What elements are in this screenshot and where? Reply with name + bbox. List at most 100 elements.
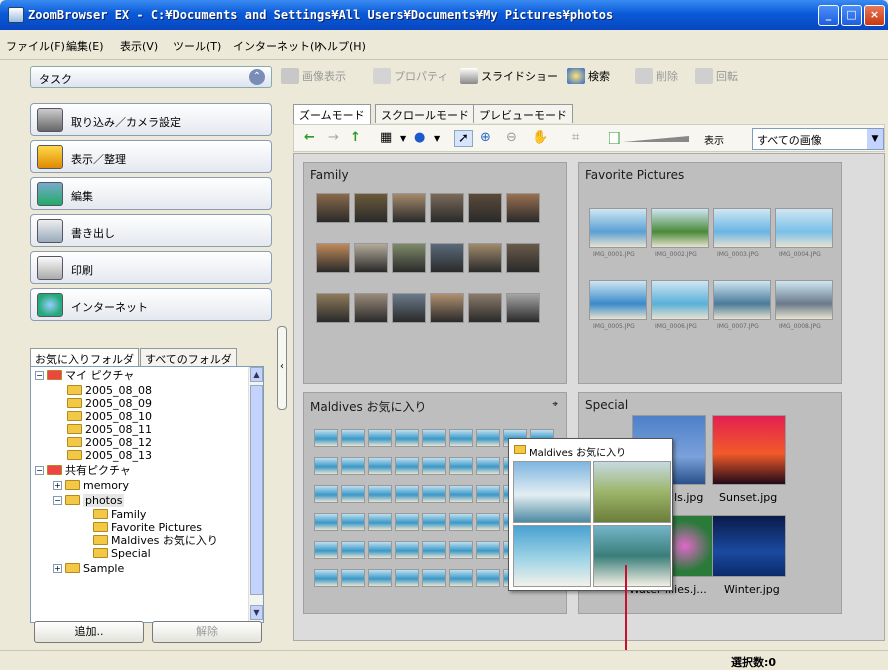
thumbnail[interactable]: [395, 513, 419, 531]
thumbnail[interactable]: [341, 457, 365, 475]
thumbnail[interactable]: [422, 457, 446, 475]
tree-node-photos[interactable]: − photos: [53, 494, 125, 507]
task-view-organize[interactable]: 表示／整理: [30, 140, 272, 173]
thumbnail[interactable]: [476, 485, 500, 503]
thumbnail[interactable]: [651, 208, 709, 248]
task-internet[interactable]: インターネット: [30, 288, 272, 321]
forward-arrow-icon[interactable]: →: [328, 130, 339, 145]
thumbnail[interactable]: [341, 429, 365, 447]
menu-file[interactable]: ファイル(F): [6, 38, 65, 54]
tab-scroll-mode[interactable]: スクロールモード: [375, 104, 475, 123]
rotate-button[interactable]: 回転: [695, 68, 738, 84]
thumbnail[interactable]: [392, 243, 426, 273]
thumbnail[interactable]: [589, 208, 647, 248]
remove-folder-button[interactable]: 解除: [152, 621, 262, 643]
tab-favorite-folders[interactable]: お気に入りフォルダ: [30, 348, 139, 367]
menu-internet[interactable]: インターネット(I): [233, 38, 322, 54]
group-family[interactable]: Family: [303, 162, 567, 384]
thumbnail[interactable]: [651, 280, 709, 320]
maldives-preview-popup[interactable]: Maldives お気に入り: [508, 438, 673, 591]
tab-zoom-mode[interactable]: ズームモード: [293, 104, 371, 124]
thumbnail[interactable]: [713, 280, 771, 320]
zoom-out-icon[interactable]: ⊖: [506, 130, 517, 145]
thumbnail[interactable]: [449, 513, 473, 531]
fit-icon[interactable]: ⌗: [572, 130, 579, 145]
chevron-down-icon[interactable]: ▼: [867, 129, 883, 149]
thumbnail[interactable]: [395, 457, 419, 475]
thumbnail[interactable]: [314, 429, 338, 447]
scroll-thumb[interactable]: [250, 385, 263, 595]
zoom-group-icon[interactable]: ⌖: [552, 399, 558, 410]
close-button[interactable]: ×: [864, 5, 885, 26]
thumbnail[interactable]: [430, 293, 464, 323]
thumbnail[interactable]: [316, 243, 350, 273]
thumbnail[interactable]: [422, 429, 446, 447]
popup-thumbnail[interactable]: [593, 461, 671, 523]
thumbnail[interactable]: [341, 569, 365, 587]
thumbnail[interactable]: [395, 485, 419, 503]
thumbnail[interactable]: [449, 485, 473, 503]
popup-thumbnail[interactable]: [513, 461, 591, 523]
tree-node-memory[interactable]: + memory: [53, 479, 129, 492]
thumbnail[interactable]: [430, 193, 464, 223]
thumbnail-sunset[interactable]: [712, 415, 786, 485]
pointer-icon[interactable]: ➚: [454, 130, 473, 147]
thumbnail[interactable]: [316, 293, 350, 323]
thumbnail[interactable]: [354, 193, 388, 223]
thumbnail[interactable]: [422, 513, 446, 531]
delete-button[interactable]: 削除: [635, 68, 678, 84]
expand-icon[interactable]: +: [53, 481, 62, 490]
search-button[interactable]: 検索: [567, 68, 610, 84]
thumbnail-size-slider[interactable]: [609, 132, 689, 144]
thumbnail[interactable]: [314, 457, 338, 475]
zoom-in-icon[interactable]: ⊕: [480, 130, 491, 145]
info-icon[interactable]: ●: [414, 130, 425, 145]
thumbnail[interactable]: [368, 569, 392, 587]
thumbnail[interactable]: [368, 513, 392, 531]
tree-node-date[interactable]: 2005_08_10: [67, 410, 152, 423]
thumbnail[interactable]: [395, 429, 419, 447]
thumbnail[interactable]: [354, 243, 388, 273]
task-header[interactable]: タスク ⌃: [30, 66, 272, 88]
thumbnail[interactable]: [316, 193, 350, 223]
tab-preview-mode[interactable]: プレビューモード: [473, 104, 573, 123]
thumbnail[interactable]: [476, 457, 500, 475]
thumbnail[interactable]: [368, 429, 392, 447]
hand-icon[interactable]: ✋: [532, 130, 548, 145]
thumbnail[interactable]: [368, 485, 392, 503]
thumbnail[interactable]: [392, 293, 426, 323]
tree-node-my-pictures[interactable]: − マイ ピクチャ: [35, 369, 134, 382]
tree-node-favorite-pictures[interactable]: Favorite Pictures: [93, 521, 202, 534]
scroll-down-icon[interactable]: ▼: [250, 605, 263, 620]
thumbnail[interactable]: [392, 193, 426, 223]
popup-thumbnail[interactable]: [513, 525, 591, 587]
thumbnail[interactable]: [476, 569, 500, 587]
thumbnail[interactable]: [430, 243, 464, 273]
dropdown-arrow-icon[interactable]: ▼: [400, 134, 406, 143]
thumbnail[interactable]: [589, 280, 647, 320]
tree-scrollbar[interactable]: ▲ ▼: [248, 367, 263, 622]
thumbnail[interactable]: [449, 541, 473, 559]
thumbnail[interactable]: [476, 541, 500, 559]
thumbnail[interactable]: [468, 193, 502, 223]
thumbnail[interactable]: [506, 193, 540, 223]
thumbnail-winter[interactable]: [712, 515, 786, 577]
thumbnail[interactable]: [395, 569, 419, 587]
tree-node-sample[interactable]: + Sample: [53, 562, 124, 575]
tree-node-date[interactable]: 2005_08_09: [67, 397, 152, 410]
tree-node-family[interactable]: Family: [93, 508, 146, 521]
select-mode-icon[interactable]: ▦: [380, 130, 392, 145]
thumbnail[interactable]: [449, 429, 473, 447]
thumbnail[interactable]: [775, 280, 833, 320]
properties-button[interactable]: プロパティ: [373, 68, 448, 84]
thumbnail[interactable]: [341, 513, 365, 531]
thumbnail[interactable]: [476, 429, 500, 447]
thumbnail[interactable]: [476, 513, 500, 531]
thumbnail[interactable]: [713, 208, 771, 248]
thumbnail[interactable]: [422, 541, 446, 559]
back-arrow-icon[interactable]: ←: [304, 130, 315, 145]
popup-thumbnail[interactable]: [593, 525, 671, 587]
expand-icon[interactable]: +: [53, 564, 62, 573]
task-import-camera[interactable]: 取り込み／カメラ設定: [30, 103, 272, 136]
thumbnail[interactable]: [314, 485, 338, 503]
